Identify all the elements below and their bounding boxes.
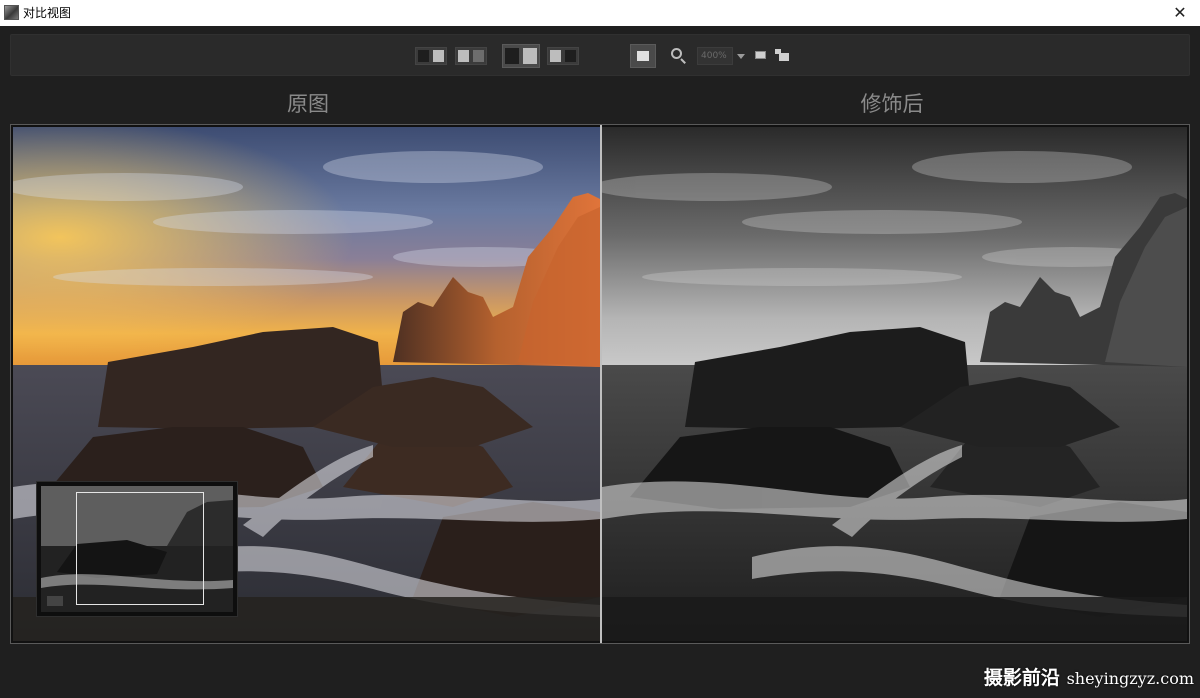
light-half-icon (433, 50, 444, 62)
lens-icon (671, 48, 682, 59)
actual-size-button[interactable] (775, 49, 789, 61)
app-icon (4, 5, 19, 20)
fit-to-window-button[interactable] (754, 49, 768, 61)
zoom-level-field[interactable]: 400% (697, 47, 733, 65)
watermark: 摄影前沿 sheyingzyz.com (984, 663, 1194, 690)
chevron-down-icon[interactable] (737, 54, 745, 59)
toolbar-area: 400% (0, 26, 1200, 84)
navigator-thumbnail[interactable] (36, 481, 238, 617)
navigator-viewport[interactable] (76, 492, 204, 605)
retouched-image[interactable] (602, 127, 1187, 641)
view-side-by-side-left-button[interactable] (415, 47, 447, 65)
dark-half-icon (565, 50, 576, 62)
watermark-brand: 摄影前沿 (983, 667, 1060, 689)
lens-handle-icon (680, 58, 686, 64)
overlap-large-icon (779, 53, 789, 61)
zoom-icon[interactable] (669, 46, 689, 66)
light-half-icon (550, 50, 561, 62)
single-view-icon (637, 51, 649, 61)
single-view-button[interactable] (630, 44, 656, 68)
title-bar: 对比视图 ✕ (0, 0, 1200, 27)
view-vertical-split-button[interactable] (547, 47, 579, 65)
dark-half-icon (418, 50, 429, 62)
mid-half-icon (473, 50, 484, 62)
fit-icon (755, 51, 766, 59)
watermark-domain: sheyingzyz.com (1066, 669, 1194, 688)
light-half-icon (523, 48, 537, 64)
dark-half-icon (505, 48, 519, 64)
light-half-icon (458, 50, 469, 62)
close-icon[interactable]: ✕ (1168, 2, 1192, 24)
window-title: 对比视图 (23, 6, 72, 20)
view-side-by-side-right-button[interactable] (455, 47, 487, 65)
compare-view-window: 对比视图 ✕ 400% 原图 修饰后 摄影前沿 sheyingzyz.com (0, 0, 1200, 698)
view-split-button[interactable] (502, 44, 540, 68)
toolbar: 400% (10, 34, 1190, 76)
original-label: 原图 (287, 92, 329, 116)
retouched-label: 修饰后 (860, 92, 924, 116)
